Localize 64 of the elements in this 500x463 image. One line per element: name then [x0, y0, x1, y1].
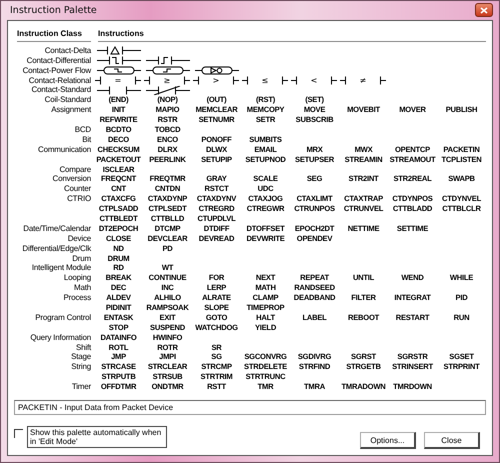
contact-bracket-icon	[95, 76, 103, 85]
closed-contact-icon[interactable]	[146, 86, 190, 95]
class-label: Assignment	[50, 105, 92, 116]
falling-edge-contact-icon[interactable]	[96, 56, 140, 66]
class-label: Program Control	[34, 312, 92, 323]
class-label: Process	[62, 293, 92, 303]
close-dialog-button[interactable]: Close	[424, 432, 480, 449]
column-header: Instructions	[98, 28, 486, 42]
relational-contact[interactable]: ≠	[339, 76, 388, 86]
relational-contact[interactable]: =	[94, 76, 143, 86]
contact-bracket-icon	[328, 76, 337, 85]
class-label: Drum	[71, 254, 92, 264]
class-label: Compare	[58, 164, 92, 174]
open-contact-icon[interactable]	[96, 86, 140, 95]
description-field: PACKETIN - Input Data from Packet Device	[14, 400, 486, 415]
options-button[interactable]: Options...	[360, 432, 416, 449]
relational-contact[interactable]: ≤	[241, 76, 290, 86]
contact-bracket-icon	[340, 76, 348, 85]
class-label: Stage	[70, 352, 92, 362]
class-label: Contact-Power Flow	[22, 66, 92, 76]
contact-bracket-icon	[230, 76, 239, 85]
class-label: Contact-Standard	[30, 85, 92, 96]
contact-bracket-icon	[193, 76, 201, 85]
power-flow-contact-icon[interactable]	[96, 66, 140, 76]
relational-contact[interactable]: >	[192, 76, 241, 86]
class-label: Math	[73, 283, 92, 294]
column-header: Instruction Class	[17, 28, 91, 42]
class-label: Date/Time/Calendar	[22, 224, 92, 234]
contact-bracket-icon	[291, 76, 299, 85]
contact-bracket-icon	[242, 76, 250, 85]
contact-bracket-icon	[280, 76, 288, 85]
class-label: Differential/Edge/Clk	[21, 244, 92, 254]
relational-contact[interactable]: <	[290, 76, 339, 86]
class-label: CTRIO	[66, 194, 92, 204]
class-label: Communication	[37, 144, 92, 155]
class-label: Conversion	[52, 174, 92, 184]
class-label: Contact-Differential	[26, 56, 92, 66]
class-label: Timer	[70, 382, 92, 392]
class-label: BCD	[74, 124, 92, 135]
contact-bracket-icon	[378, 76, 386, 85]
close-button[interactable]	[475, 3, 493, 18]
relational-contact[interactable]: ≥	[143, 76, 192, 86]
class-label: Query Information	[29, 332, 92, 343]
class-label: Shift	[74, 342, 92, 352]
class-label: Bit	[81, 134, 92, 145]
close-icon	[480, 6, 488, 14]
rising-edge-contact-icon[interactable]	[146, 56, 190, 66]
checkbox[interactable]	[14, 429, 23, 438]
window-title: Instruction Palette	[9, 4, 97, 16]
class-label: Contact-Delta	[44, 46, 92, 56]
power-flow-contact-icon[interactable]	[146, 66, 190, 76]
class-label: Intelligent Module	[30, 263, 92, 274]
contact-bracket-icon	[144, 76, 152, 85]
class-label: Contact-Relational	[28, 76, 92, 86]
class-label: Counter	[62, 184, 92, 194]
class-label: String	[70, 362, 92, 372]
class-label: Looping	[62, 273, 92, 284]
checkbox-label[interactable]: Show this palette automatically when in 'Edit Mode'	[27, 426, 167, 448]
class-label: Device	[66, 234, 92, 244]
contact-bracket-icon	[132, 76, 141, 85]
contact-bracket-icon	[182, 76, 190, 85]
class-label: Coil-Standard	[44, 95, 92, 106]
power-flow-contact-icon[interactable]	[194, 66, 238, 76]
delta-contact-icon[interactable]	[96, 46, 140, 56]
